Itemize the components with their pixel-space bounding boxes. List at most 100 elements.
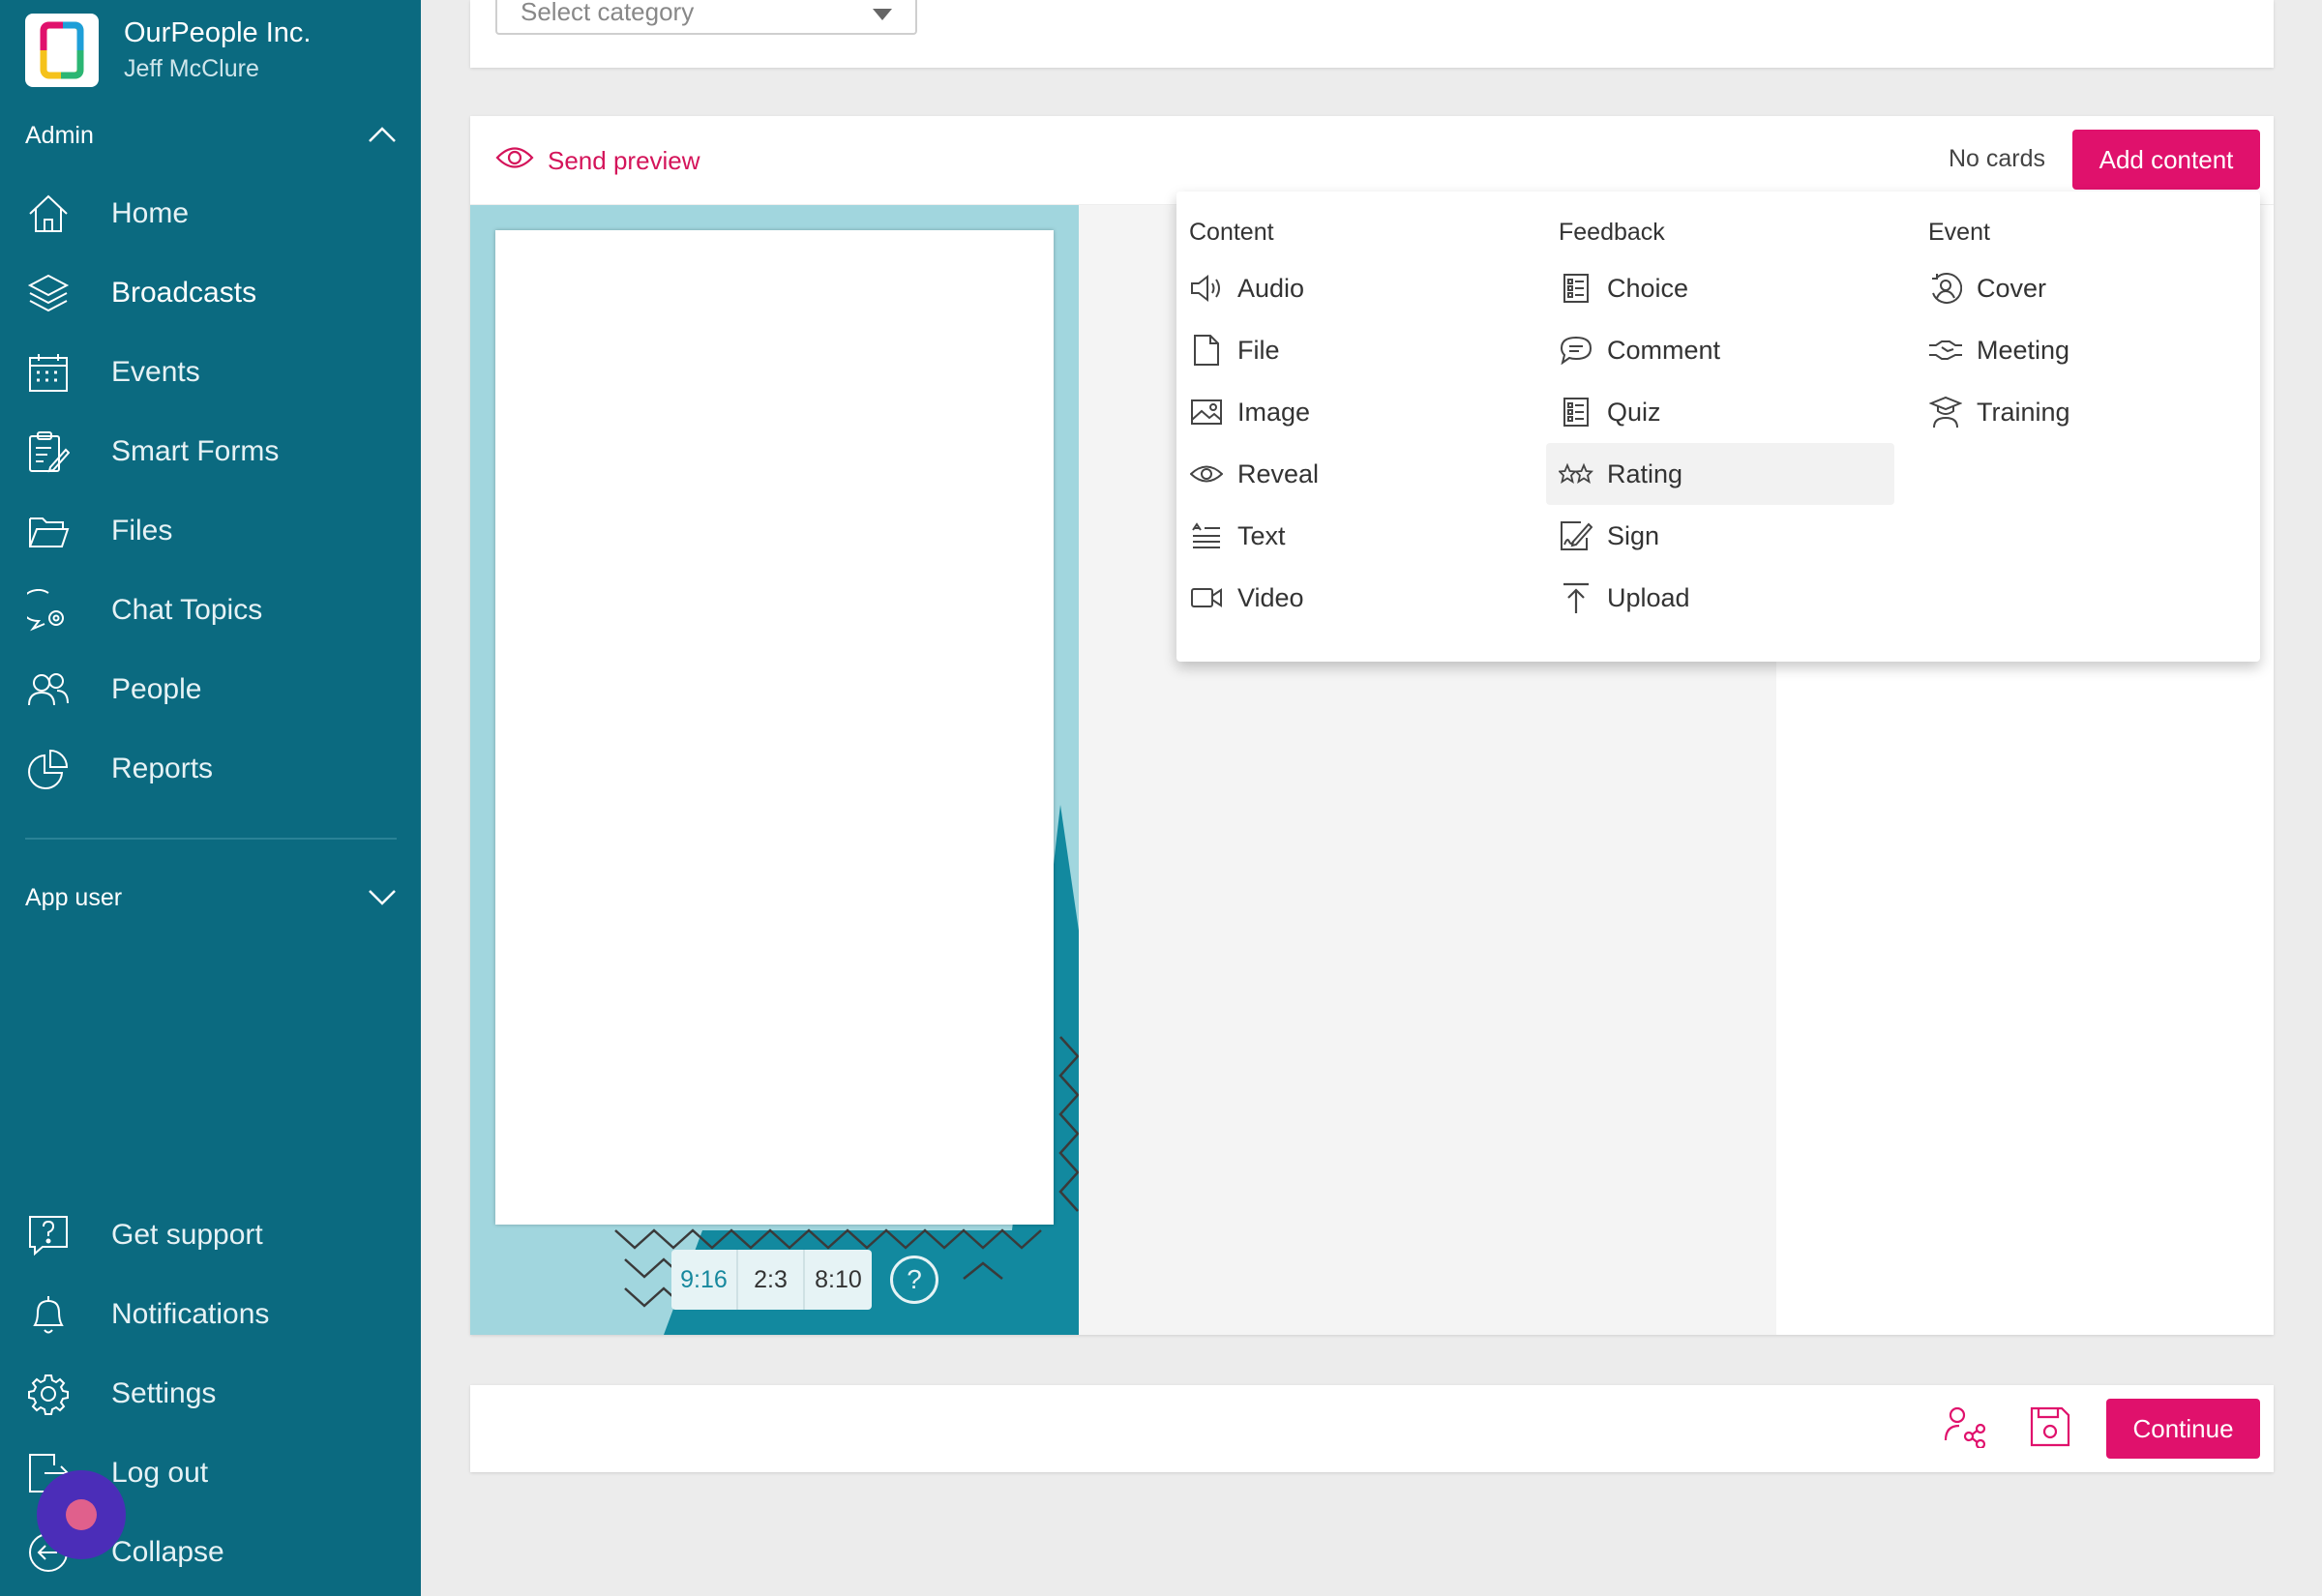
chevron-down-icon [368,884,397,912]
chat-gear-icon [25,587,72,634]
menu-item-meeting[interactable]: Meeting [1916,319,2264,381]
card-count: No cards [1949,145,2046,172]
app-user-section-label: App user [25,884,123,911]
menu-item-upload[interactable]: Upload [1546,567,1894,629]
card-canvas: 9:16 2:3 8:10 ? [470,205,1079,1335]
menu-item-video[interactable]: Video [1176,567,1525,629]
sidebar-item-home[interactable]: Home [0,174,421,253]
continue-button[interactable]: Continue [2106,1399,2260,1459]
bell-icon [25,1291,72,1338]
layers-icon [25,270,72,316]
quiz-icon [1559,395,1593,429]
menu-item-reveal[interactable]: Reveal [1176,443,1525,505]
upload-icon [1559,580,1593,615]
menu-item-label: Rating [1607,458,1683,488]
admin-section-toggle[interactable]: Admin [25,122,397,150]
ratio-2-3-button[interactable]: 2:3 [738,1250,805,1310]
sidebar-item-label: Chat Topics [111,594,263,626]
menu-item-choice[interactable]: Choice [1546,257,1894,319]
menu-item-label: Upload [1607,582,1690,612]
menu-item-comment[interactable]: Comment [1546,319,1894,381]
sidebar-item-reports[interactable]: Reports [0,729,421,809]
eye-icon [495,143,534,179]
help-icon [25,1212,72,1258]
menu-item-image[interactable]: Image [1176,381,1525,443]
card-preview[interactable] [495,230,1054,1225]
event-heading: Event [1928,219,1990,246]
org-name: OurPeople Inc. [124,17,312,48]
sidebar-item-people[interactable]: People [0,650,421,729]
menu-item-text[interactable]: Text [1176,505,1525,567]
menu-item-file[interactable]: File [1176,319,1525,381]
graduate-icon [1928,395,1963,429]
chevron-up-icon [368,122,397,150]
people-icon [25,666,72,713]
record-dot-icon [66,1499,97,1530]
menu-item-quiz[interactable]: Quiz [1546,381,1894,443]
send-preview-label: Send preview [548,146,700,175]
eye-icon [1189,457,1224,491]
checklist-icon [1559,271,1593,306]
category-panel: Select category [470,0,2274,68]
current-user: Jeff McClure [124,55,259,82]
sidebar-item-label: Get support [111,1219,263,1251]
sidebar-item-label: Home [111,197,190,229]
cover-icon [1928,271,1963,306]
handshake-icon [1928,333,1963,368]
sidebar-item-label: Collapse [111,1536,224,1568]
add-content-button[interactable]: Add content [2072,130,2260,190]
org-header: OurPeople Inc. Jeff McClure [25,14,311,87]
add-content-menu: Content Audio File Image Reveal Text Vid… [1176,192,2260,662]
caret-down-icon [873,0,892,27]
menu-item-label: Cover [1977,273,2047,303]
admin-nav: Home Broadcasts Events Smart Forms Files… [0,174,421,809]
sidebar: OurPeople Inc. Jeff McClure Admin Home B… [0,0,421,1596]
category-select-placeholder: Select category [521,0,695,26]
speaker-icon [1189,271,1224,306]
admin-section-label: Admin [25,122,94,149]
menu-item-label: Image [1237,397,1311,427]
sidebar-item-label: Files [111,515,173,547]
calendar-icon [25,349,72,396]
video-icon [1189,580,1224,615]
ratio-8-10-button[interactable]: 8:10 [805,1250,872,1310]
sidebar-item-chat-topics[interactable]: Chat Topics [0,571,421,650]
floating-action-button[interactable] [37,1470,126,1559]
menu-item-rating[interactable]: Rating [1546,443,1894,505]
menu-item-label: File [1237,335,1280,365]
sidebar-item-settings[interactable]: Settings [0,1354,421,1433]
menu-item-label: Video [1237,582,1304,612]
sidebar-item-files[interactable]: Files [0,491,421,571]
sidebar-item-label: People [111,673,202,705]
ratio-9-16-button[interactable]: 9:16 [671,1250,738,1310]
sidebar-divider [25,838,397,840]
content-heading: Content [1189,219,1274,246]
signature-icon [1559,518,1593,553]
save-button[interactable] [2026,1404,2074,1453]
category-select[interactable]: Select category [495,0,917,35]
send-preview-button[interactable]: Send preview [495,143,700,179]
pie-chart-icon [25,746,72,792]
event-column: Event Cover Meeting Training [1916,219,2264,443]
app-user-section-toggle[interactable]: App user [25,884,397,912]
stars-icon [1559,457,1593,491]
sidebar-item-notifications[interactable]: Notifications [0,1275,421,1354]
aspect-ratio-switcher: 9:16 2:3 8:10 [671,1250,872,1310]
menu-item-training[interactable]: Training [1916,381,2264,443]
ratio-help-button[interactable]: ? [890,1256,938,1304]
sidebar-item-label: Notifications [111,1298,270,1330]
sidebar-item-label: Settings [111,1377,217,1409]
share-users-button[interactable] [1941,1404,1989,1453]
menu-item-label: Training [1977,397,2070,427]
image-icon [1189,395,1224,429]
sidebar-item-smart-forms[interactable]: Smart Forms [0,412,421,491]
sidebar-item-events[interactable]: Events [0,333,421,412]
menu-item-sign[interactable]: Sign [1546,505,1894,567]
menu-item-cover[interactable]: Cover [1916,257,2264,319]
speech-bubble-icon [1559,333,1593,368]
menu-item-audio[interactable]: Audio [1176,257,1525,319]
sidebar-item-broadcasts[interactable]: Broadcasts [0,253,421,333]
gear-icon [25,1371,72,1417]
sidebar-item-get-support[interactable]: Get support [0,1196,421,1275]
sidebar-item-label: Broadcasts [111,277,257,309]
